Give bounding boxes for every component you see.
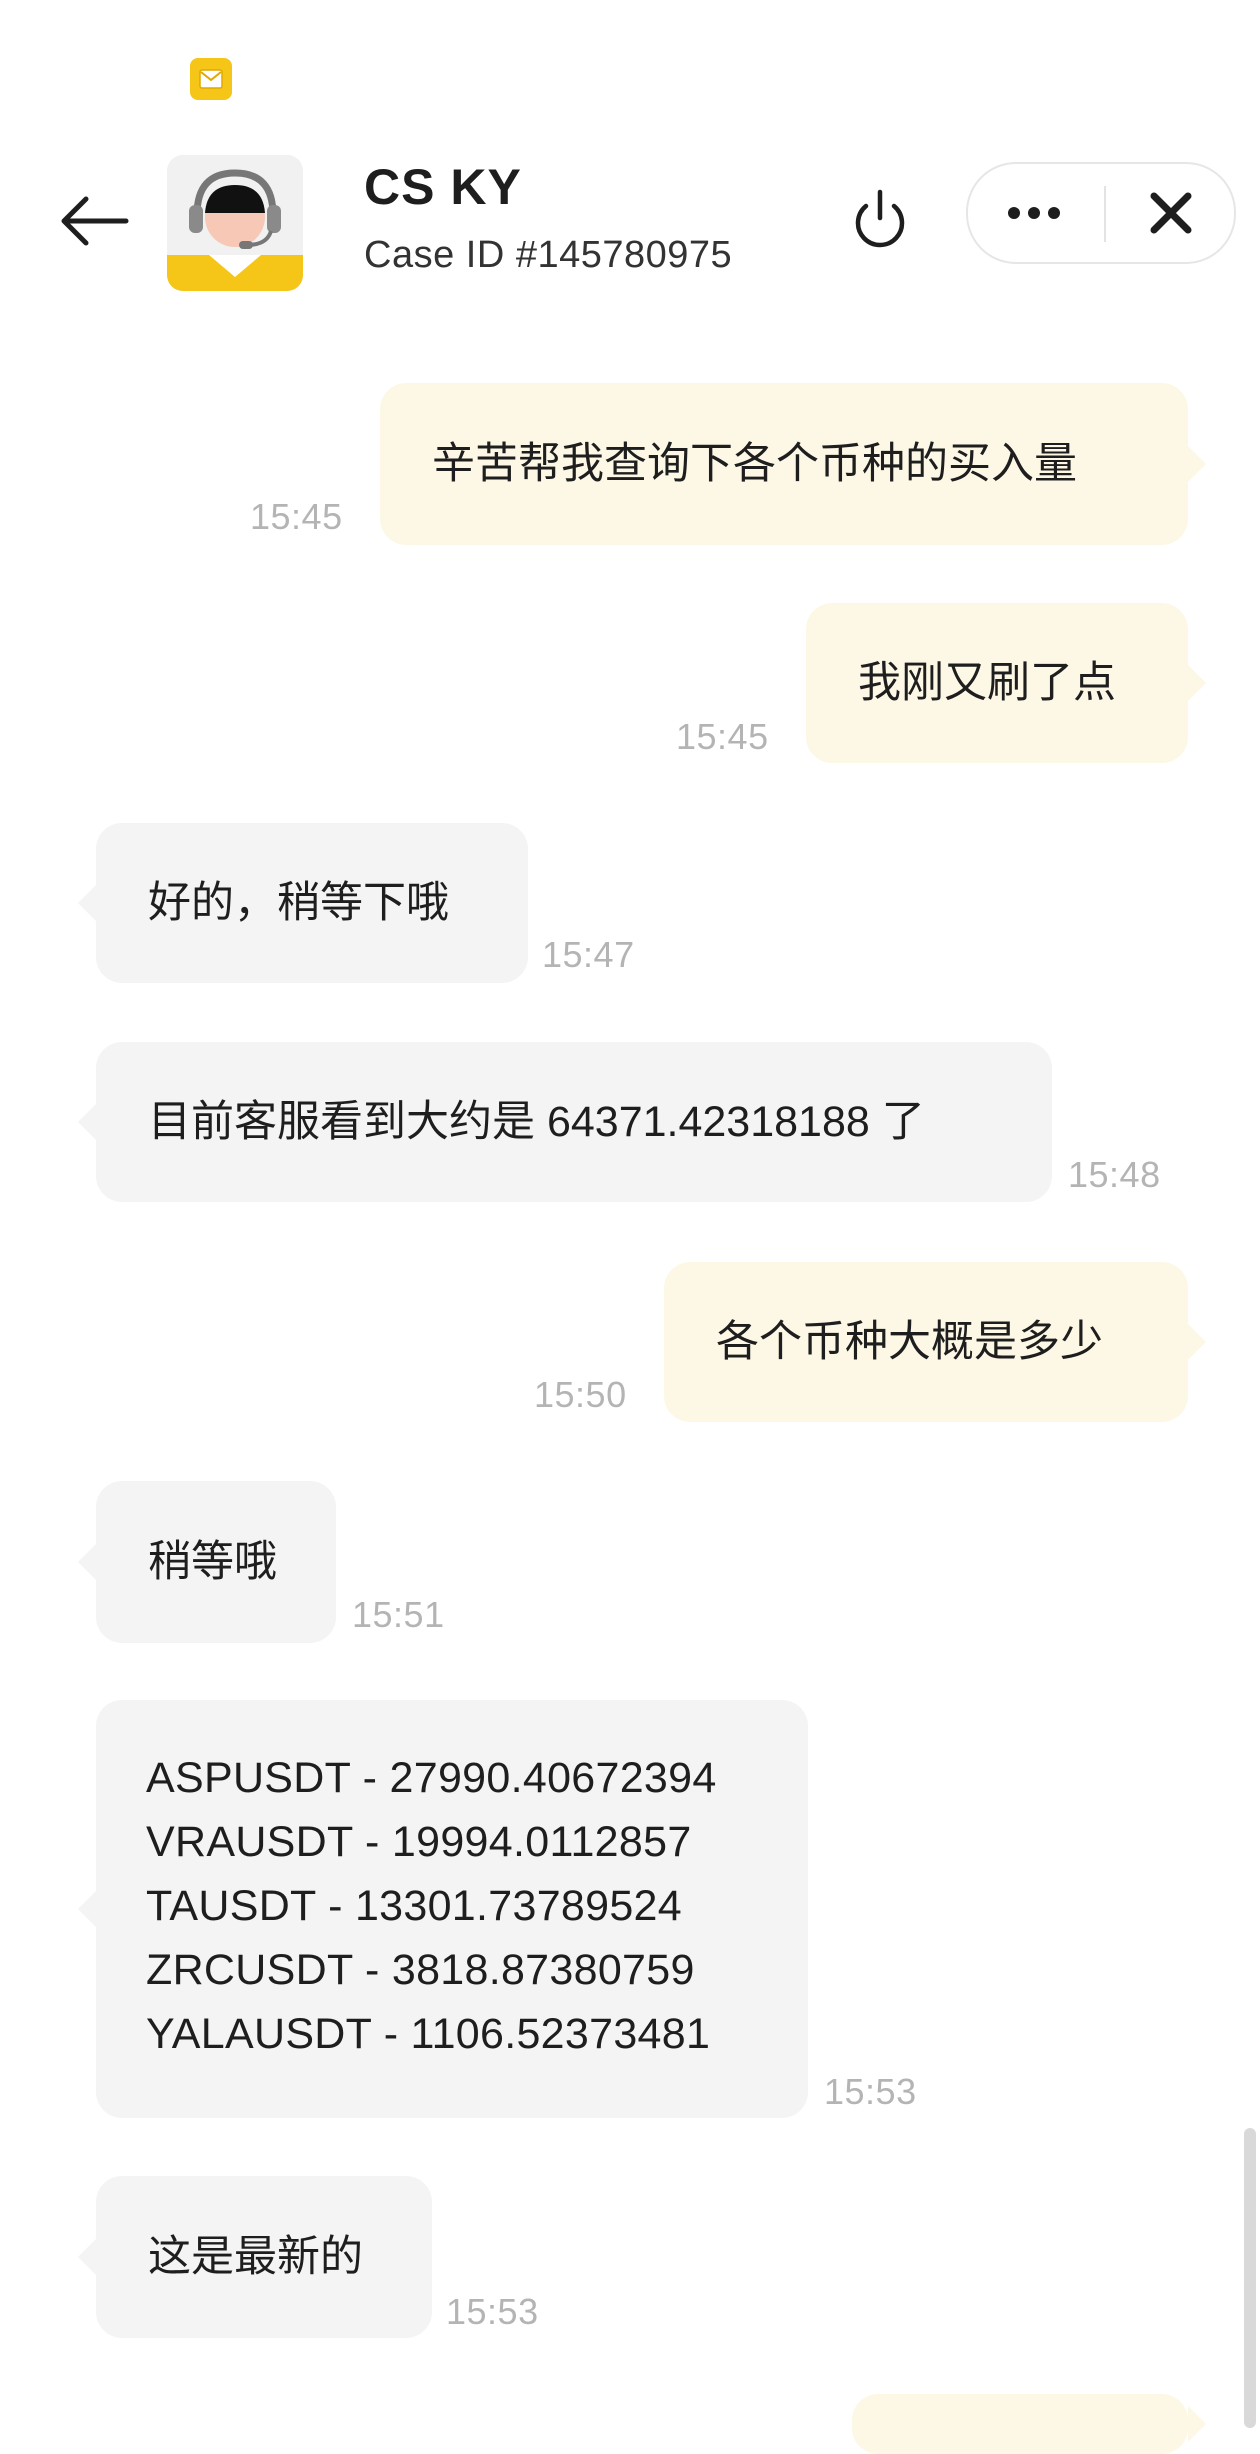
message-time: 15:47 — [542, 934, 635, 975]
message-time: 15:51 — [352, 1594, 445, 1635]
message-text: 好的，稍等下哦 — [148, 879, 449, 927]
message-bubble[interactable]: 各个币种大概是多少 — [664, 1262, 1206, 1422]
message-text: 目前客服看到大约是 64371.42318188 了 — [148, 1098, 925, 1146]
message-bubble[interactable]: 辛苦帮我查询下各个币种的买入量 — [380, 383, 1206, 545]
more-dots-icon — [1008, 207, 1060, 219]
back-arrow-icon — [61, 196, 129, 246]
mail-notification-icon — [190, 58, 232, 100]
divider — [1104, 186, 1106, 242]
message-time: 15:53 — [824, 2071, 917, 2112]
message-time: 15:45 — [676, 716, 769, 757]
chat-header: CS KY Case ID #145780975 — [0, 140, 1260, 310]
message-text: 稍等哦 — [148, 1538, 277, 1586]
back-button[interactable] — [56, 186, 136, 256]
power-icon — [855, 189, 905, 248]
message-bubble[interactable]: 好的，稍等下哦 — [78, 823, 528, 983]
agent-name: CS KY — [364, 159, 522, 215]
message-text: 各个币种大概是多少 — [716, 1318, 1103, 1366]
message-bubble[interactable]: 我刚又刷了点 — [806, 603, 1206, 763]
case-id: Case ID #145780975 — [364, 234, 733, 276]
message-bubble[interactable]: 这是最新的 — [78, 2176, 432, 2338]
message-bubble-partial[interactable] — [852, 2394, 1206, 2454]
message-time: 15:48 — [1068, 1154, 1161, 1195]
power-button[interactable] — [848, 184, 912, 256]
scrollbar[interactable] — [1244, 2128, 1256, 2428]
window-controls — [966, 162, 1236, 264]
message-time: 15:53 — [446, 2291, 539, 2332]
message-text: 这是最新的 — [148, 2233, 363, 2281]
message-time: 15:45 — [250, 496, 343, 537]
more-button[interactable] — [968, 164, 1100, 262]
message-text: 辛苦帮我查询下各个币种的买入量 — [432, 440, 1077, 488]
close-icon — [1150, 192, 1192, 234]
message-bubble[interactable]: 稍等哦 — [78, 1481, 336, 1643]
message-bubble[interactable]: 目前客服看到大约是 64371.42318188 了 — [78, 1042, 1052, 1202]
close-button[interactable] — [1108, 164, 1234, 262]
message-bubble[interactable]: ASPUSDT - 27990.40672394 VRAUSDT - 19994… — [78, 1700, 808, 2118]
support-agent-avatar[interactable] — [167, 155, 303, 291]
message-time: 15:50 — [534, 1374, 627, 1415]
message-text: 我刚又刷了点 — [858, 659, 1116, 707]
